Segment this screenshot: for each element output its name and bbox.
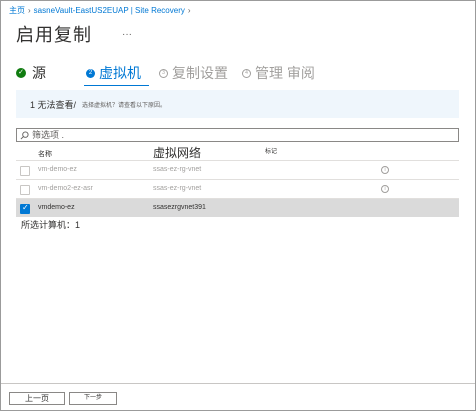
table-row[interactable]: ✓ vmdemo-ez ssasezrgvnet391: [16, 198, 459, 217]
info-bar: 1 无法查看/ 选择虚拟机？请查看以下原因。: [16, 90, 459, 118]
step-label: 虚拟机: [99, 65, 141, 81]
more-options-icon[interactable]: ···: [122, 29, 132, 40]
info-secondary-text: 选择虚拟机？请查看以下原因。: [82, 102, 167, 109]
selected-count: 所选计算机：1: [21, 220, 81, 230]
vm-vnet: ssas-ez-rg-vnet: [153, 166, 202, 173]
column-header-tag[interactable]: 标记: [265, 146, 277, 155]
footer-divider: [1, 383, 475, 384]
previous-button[interactable]: 上一页: [9, 392, 65, 405]
breadcrumb-home[interactable]: 主页: [9, 5, 25, 16]
page-title: 启用复制: [16, 25, 92, 45]
step-label: 复制设置: [172, 65, 228, 81]
wizard-steps: ✓ 源 2 虚拟机 3 复制设置 4 管理 审阅: [16, 63, 329, 86]
info-icon[interactable]: i: [381, 185, 389, 193]
next-button[interactable]: 下一步: [69, 392, 117, 405]
vm-table: vm-demo-ez ssas-ez-rg-vnet i vm-demo2-ez…: [16, 160, 459, 217]
checkmark-icon: ✓: [16, 68, 26, 78]
step-replication-settings[interactable]: 3 复制设置: [159, 63, 228, 83]
step-source[interactable]: ✓ 源: [16, 63, 46, 83]
step-virtual-machines[interactable]: 2 虚拟机: [84, 63, 149, 86]
vm-name: vmdemo-ez: [38, 204, 75, 211]
vm-name: vm-demo2-ez-asr: [38, 185, 93, 192]
step-label: 源: [32, 65, 46, 81]
row-checkbox: [20, 166, 30, 176]
step-number: 2: [86, 68, 95, 78]
checkmark-icon: ✓: [22, 203, 29, 212]
info-primary-text[interactable]: 1 无法查看/: [30, 98, 76, 111]
column-header-name[interactable]: 名称: [38, 149, 52, 159]
chevron-right-icon: ›: [187, 6, 191, 15]
vm-name: vm-demo-ez: [38, 166, 77, 173]
title-row: 启用复制 ···: [16, 21, 132, 47]
table-header: 名称 虚拟网络 标记: [16, 146, 459, 160]
chevron-right-icon: ›: [28, 6, 31, 15]
row-checkbox: [20, 185, 30, 195]
vm-vnet: ssasezrgvnet391: [153, 204, 206, 211]
filter-input[interactable]: [32, 129, 432, 141]
table-row: vm-demo2-ez-asr ssas-ez-rg-vnet i: [16, 179, 459, 198]
row-checkbox[interactable]: ✓: [20, 203, 30, 214]
step-number: 4: [242, 68, 251, 78]
step-manage-review[interactable]: 4 管理 审阅: [242, 63, 315, 83]
info-icon[interactable]: i: [381, 166, 389, 174]
step-number: 3: [159, 68, 168, 78]
table-row: vm-demo-ez ssas-ez-rg-vnet i: [16, 160, 459, 179]
search-icon: [20, 130, 29, 139]
column-header-vnet[interactable]: 虚拟网络: [153, 144, 201, 161]
vm-vnet: ssas-ez-rg-vnet: [153, 185, 202, 192]
breadcrumb: 主页 › sasneVault-EastUS2EUAP | Site Recov…: [9, 5, 191, 16]
filter-box: [16, 128, 459, 142]
step-label: 管理 审阅: [255, 65, 315, 81]
breadcrumb-vault[interactable]: sasneVault-EastUS2EUAP | Site Recovery: [34, 6, 185, 15]
